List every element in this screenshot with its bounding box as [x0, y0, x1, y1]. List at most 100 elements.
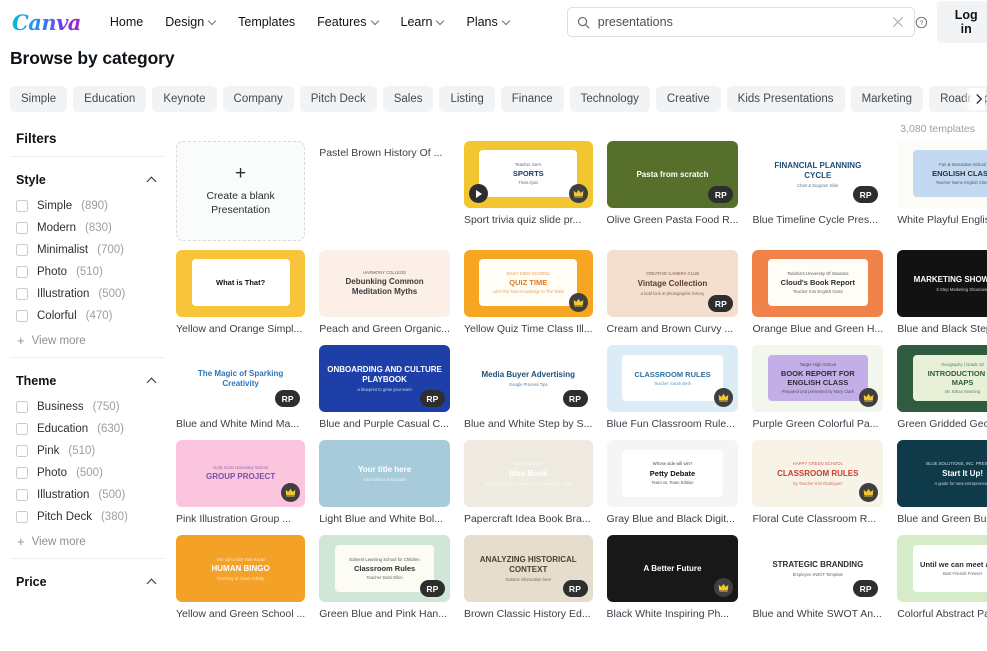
- category-chip[interactable]: Sales: [383, 86, 434, 112]
- template-thumbnail[interactable]: Teacher Joe'sSPORTSTrivia Quiz: [464, 141, 593, 208]
- nav-item-design[interactable]: Design: [154, 9, 227, 35]
- filter-option[interactable]: Pitch Deck(380): [10, 506, 164, 528]
- nav-item-learn[interactable]: Learn: [390, 9, 456, 35]
- close-icon[interactable]: [891, 15, 905, 29]
- checkbox[interactable]: [16, 266, 28, 278]
- filter-option[interactable]: Business(750): [10, 396, 164, 418]
- template-card[interactable]: STRATEGIC BRANDINGEmployee SWOT Template…: [752, 535, 883, 621]
- template-thumbnail[interactable]: Fun & Interactive SchoolENGLISH CLASSTea…: [897, 141, 987, 208]
- checkbox[interactable]: [16, 401, 28, 413]
- template-card[interactable]: IDEA CompanyIdea Booka creative way to p…: [464, 440, 593, 526]
- category-chip[interactable]: Kids Presentations: [727, 86, 845, 112]
- help-circle-icon[interactable]: ?: [915, 13, 928, 32]
- view-more-button[interactable]: +View more: [10, 327, 164, 351]
- template-thumbnail[interactable]: HARMONY COLLEGEDebunking Common Meditati…: [319, 250, 450, 317]
- template-card[interactable]: Until we can meet againBest Friends Fore…: [897, 535, 987, 621]
- template-thumbnail[interactable]: Target High SchoolBOOK REPORT FOR ENGLIS…: [752, 345, 883, 412]
- filter-group-header[interactable]: Price: [10, 571, 164, 597]
- filter-option[interactable]: Simple(890): [10, 195, 164, 217]
- template-thumbnail[interactable]: The Magic of Sparking CreativityRP: [176, 345, 305, 412]
- template-thumbnail[interactable]: ANALYZING HISTORICAL CONTEXTSubtext info…: [464, 535, 593, 602]
- checkbox[interactable]: [16, 489, 28, 501]
- category-chip[interactable]: Creative: [656, 86, 721, 112]
- template-card[interactable]: CLASSROOM RULESTeacher Sarah BethBlue Fu…: [607, 345, 739, 431]
- template-card[interactable]: Tanisha's University Of SeasonsCloud's B…: [752, 250, 883, 336]
- nav-item-home[interactable]: Home: [99, 9, 154, 35]
- template-thumbnail[interactable]: CLASSROOM RULESTeacher Sarah Beth: [607, 345, 739, 412]
- search-bar[interactable]: [567, 7, 915, 37]
- template-card[interactable]: ONBOARDING AND CULTURE PLAYBOOKa bluepri…: [319, 345, 450, 431]
- category-chip[interactable]: Simple: [10, 86, 67, 112]
- nav-item-plans[interactable]: Plans: [455, 9, 520, 35]
- login-button[interactable]: Log in: [937, 1, 987, 43]
- template-card[interactable]: Geography | Grade 10INTRODUCTION TO MAPS…: [897, 345, 987, 431]
- template-card[interactable]: Pasta from scratchRPOlive Green Pasta Fo…: [607, 141, 739, 241]
- template-thumbnail[interactable]: IDEA CompanyIdea Booka creative way to p…: [464, 440, 593, 507]
- template-card[interactable]: Media Buyer AdvertisingGoogle Process Ti…: [464, 345, 593, 431]
- category-chip[interactable]: Pitch Deck: [300, 86, 377, 112]
- template-thumbnail[interactable]: HAPPY GREEN SCHOOLCLASSROOM RULESby Teac…: [752, 440, 883, 507]
- checkbox[interactable]: [16, 310, 28, 322]
- template-thumbnail[interactable]: Whose side will win?Petty DebateTeam vs.…: [607, 440, 739, 507]
- category-chip[interactable]: Keynote: [152, 86, 216, 112]
- category-chip[interactable]: Listing: [439, 86, 494, 112]
- category-chip[interactable]: Education: [73, 86, 146, 112]
- filter-option[interactable]: Modern(830): [10, 217, 164, 239]
- template-thumbnail[interactable]: Geography | Grade 10INTRODUCTION TO MAPS…: [897, 345, 987, 412]
- play-button[interactable]: [469, 184, 488, 203]
- checkbox[interactable]: [16, 288, 28, 300]
- filter-option[interactable]: Colorful(470): [10, 305, 164, 327]
- template-card[interactable]: Teacher Joe'sSPORTSTrivia QuizSport triv…: [464, 141, 593, 241]
- template-thumbnail[interactable]: Tanisha's University Of SeasonsCloud's B…: [752, 250, 883, 317]
- template-thumbnail[interactable]: ONBOARDING AND CULTURE PLAYBOOKa bluepri…: [319, 345, 450, 412]
- filter-option[interactable]: Pink(510): [10, 440, 164, 462]
- search-input[interactable]: [598, 15, 883, 29]
- template-card[interactable]: Target High SchoolBOOK REPORT FOR ENGLIS…: [752, 345, 883, 431]
- template-card[interactable]: Holly Scott University SchoolGROUP PROJE…: [176, 440, 305, 526]
- category-chip[interactable]: Company: [223, 86, 294, 112]
- template-card[interactable]: ANALYZING HISTORICAL CONTEXTSubtext info…: [464, 535, 593, 621]
- template-card[interactable]: A Better FutureBlack White Inspiring Ph.…: [607, 535, 739, 621]
- filter-group-header[interactable]: Style: [10, 169, 164, 195]
- template-card[interactable]: CREATIVE CAMERA CLUBVintage Collectiona …: [607, 250, 739, 336]
- template-thumbnail[interactable]: STRATEGIC BRANDINGEmployee SWOT Template…: [752, 535, 883, 602]
- checkbox[interactable]: [16, 200, 28, 212]
- category-chip[interactable]: Technology: [570, 86, 650, 112]
- nav-item-features[interactable]: Features: [306, 9, 389, 35]
- template-thumbnail[interactable]: A Better Future: [607, 535, 739, 602]
- template-thumbnail[interactable]: Pasta from scratchRP: [607, 141, 739, 208]
- checkbox[interactable]: [16, 244, 28, 256]
- filter-option[interactable]: Minimalist(700): [10, 239, 164, 261]
- template-thumbnail[interactable]: FINANCIAL PLANNING CYCLEChart & Diagram …: [752, 141, 883, 208]
- template-card[interactable]: HARMONY COLLEGEDebunking Common Meditati…: [319, 250, 450, 336]
- template-thumbnail[interactable]: CREATIVE CAMERA CLUBVintage Collectiona …: [607, 250, 739, 317]
- template-card[interactable]: The Magic of Sparking CreativityRPBlue a…: [176, 345, 305, 431]
- checkbox[interactable]: [16, 467, 28, 479]
- template-thumbnail[interactable]: Holly Scott University SchoolGROUP PROJE…: [176, 440, 305, 507]
- template-card[interactable]: BLUE SOLUTIONS, INC. PRESENTSStart It Up…: [897, 440, 987, 526]
- template-thumbnail[interactable]: DAILY KIDS' SCHOOLQUIZ TIMELet's Put You…: [464, 250, 593, 317]
- create-blank-presentation-card[interactable]: + Create a blank Presentation: [176, 141, 305, 241]
- template-thumbnail[interactable]: What is That?: [176, 250, 305, 317]
- template-thumbnail[interactable]: MARKETING SHOWCASE5 Step Marketing Showc…: [897, 250, 987, 317]
- template-card[interactable]: Fun & Interactive SchoolENGLISH CLASSTea…: [897, 141, 987, 241]
- checkbox[interactable]: [16, 222, 28, 234]
- template-card[interactable]: Your title hereAdd subtext descriptionLi…: [319, 440, 450, 526]
- template-thumbnail[interactable]: Media Buyer AdvertisingGoogle Process Ti…: [464, 345, 593, 412]
- template-thumbnail[interactable]: Edment Learning School for ChildrenClass…: [319, 535, 450, 602]
- checkbox[interactable]: [16, 423, 28, 435]
- filter-option[interactable]: Photo(510): [10, 261, 164, 283]
- filter-option[interactable]: Illustration(500): [10, 283, 164, 305]
- template-card[interactable]: Edment Learning School for ChildrenClass…: [319, 535, 450, 621]
- category-chip[interactable]: Marketing: [851, 86, 924, 112]
- template-thumbnail[interactable]: BLUE SOLUTIONS, INC. PRESENTSStart It Up…: [897, 440, 987, 507]
- template-card[interactable]: What is That?Yellow and Orange Simpl...: [176, 250, 305, 336]
- filter-group-header[interactable]: Theme: [10, 370, 164, 396]
- template-card[interactable]: Teacher Bella'sTHE HISTORY OF THE PICNIC…: [319, 141, 450, 241]
- template-card[interactable]: Get Up to Get Your KnowHUMAN BINGOFirst …: [176, 535, 305, 621]
- template-card[interactable]: MARKETING SHOWCASE5 Step Marketing Showc…: [897, 250, 987, 336]
- template-thumbnail[interactable]: Until we can meet againBest Friends Fore…: [897, 535, 987, 602]
- checkbox[interactable]: [16, 445, 28, 457]
- filter-option[interactable]: Illustration(500): [10, 484, 164, 506]
- canva-logo[interactable]: Canva: [8, 10, 87, 35]
